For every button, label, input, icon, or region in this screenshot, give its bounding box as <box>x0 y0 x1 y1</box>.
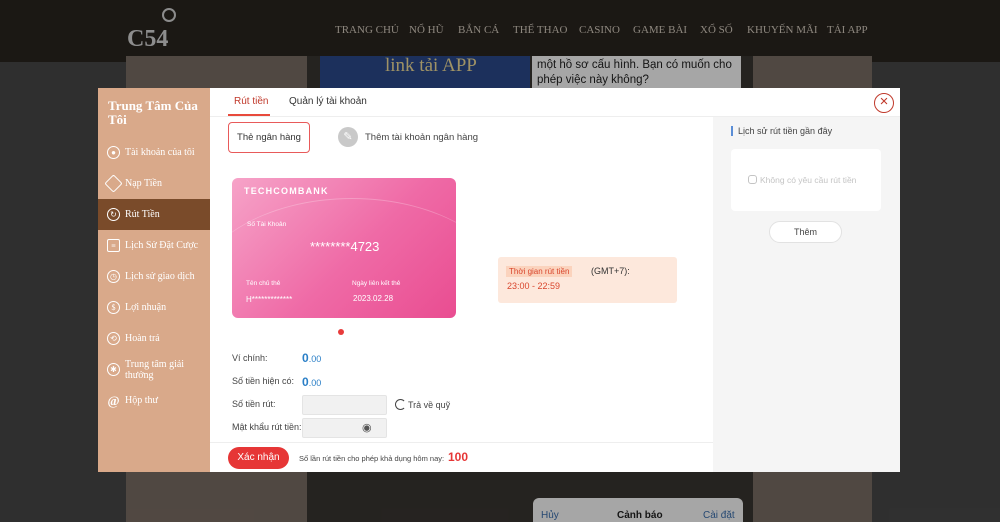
tab-withdraw[interactable]: Rút tiền <box>234 96 268 107</box>
confirm-button[interactable]: Xác nhận <box>228 447 289 469</box>
sidebar-item-label: Trung tâm giải thưởng <box>125 358 185 381</box>
tab-account-management[interactable]: Quản lý tài khoản <box>289 96 367 107</box>
at-icon: @ <box>107 393 120 408</box>
user-icon: ● <box>107 146 120 159</box>
sidebar-item-bet-history[interactable]: ≡ Lịch Sử Đặt Cược <box>98 230 210 261</box>
card-account-label: Số Tài Khoản <box>247 221 287 228</box>
sidebar-item-refund[interactable]: ⟲ Hoàn trả <box>98 323 210 354</box>
sidebar-item-label: Hộp thư <box>125 395 158 406</box>
return-to-fund-label: Trả về quỹ <box>408 400 451 410</box>
sidebar-item-label: Nạp Tiền <box>125 178 162 189</box>
bank-card-tab[interactable]: Thẻ ngân hàng <box>228 122 310 153</box>
empty-state: Không có yêu cầu rút tiền <box>748 175 856 185</box>
card-bank-name: TECHCOMBANK <box>244 186 329 196</box>
withdraw-password-label: Mật khẩu rút tiền: <box>232 422 302 432</box>
tab-bar: Rút tiền Quản lý tài khoản <box>210 88 900 117</box>
sidebar-item-withdraw[interactable]: ↻ Rút Tiền <box>98 199 210 230</box>
sidebar-item-label: Lịch sử giao dịch <box>125 271 195 282</box>
card-link-date: 2023.02.28 <box>353 294 394 303</box>
recent-withdrawals-empty: Không có yêu cầu rút tiền <box>731 149 881 211</box>
account-center-modal: Trung Tâm Của Tôi ● Tài khoản của tôi Nạ… <box>98 88 900 472</box>
sidebar-item-profit[interactable]: $ Lợi nhuận <box>98 292 210 323</box>
main-wallet-label: Ví chính: <box>232 353 268 363</box>
card-account-number: ********4723 <box>310 239 380 254</box>
pencil-icon: ✎ <box>338 127 358 147</box>
withdraw-time-box: Thời gian rút tiền (GMT+7): 23:00 - 22:5… <box>498 257 677 303</box>
sidebar-item-label: Lịch Sử Đặt Cược <box>125 240 199 251</box>
main-wallet-amount: 0.00 <box>302 351 322 365</box>
close-button[interactable]: × <box>874 93 894 113</box>
eye-slash-icon[interactable]: ◉ <box>362 421 372 434</box>
return-to-fund-button[interactable]: Trả về quỹ <box>395 399 450 410</box>
daily-withdraw-count: 100 <box>448 450 469 464</box>
active-tab-indicator <box>228 114 270 116</box>
sidebar: Trung Tâm Của Tôi ● Tài khoản của tôi Nạ… <box>98 88 210 472</box>
sidebar-item-deposit[interactable]: Nạp Tiền <box>98 168 210 199</box>
diamond-icon <box>104 174 123 193</box>
balance-label: Số tiền hiện có: <box>232 376 295 386</box>
add-bank-account-button[interactable]: ✎ Thêm tài khoản ngân hàng <box>338 127 478 147</box>
add-bank-account-label: Thêm tài khoản ngân hàng <box>365 131 479 143</box>
sidebar-item-label: Hoàn trả <box>125 333 160 344</box>
withdraw-amount-label: Số tiền rút: <box>232 399 276 409</box>
sidebar-item-transactions[interactable]: ◷ Lịch sử giao dịch <box>98 261 210 292</box>
withdraw-time-gmt: (GMT+7): <box>591 266 630 276</box>
card-holder-name: H************* <box>246 295 293 304</box>
more-button[interactable]: Thêm <box>769 221 842 243</box>
refresh-icon <box>395 399 406 410</box>
clock-icon: ◷ <box>107 270 120 283</box>
balance-amount: 0.00 <box>302 375 322 389</box>
carousel-dot[interactable] <box>338 329 344 335</box>
refund-icon: ⟲ <box>107 332 120 345</box>
sidebar-item-label: Lợi nhuận <box>125 302 167 313</box>
empty-box-icon <box>748 175 757 184</box>
withdraw-amount-input[interactable] <box>302 395 387 415</box>
profit-icon: $ <box>107 301 120 314</box>
sidebar-title: Trung Tâm Của Tôi <box>108 98 198 127</box>
sidebar-item-label: Tài khoản của tôi <box>125 147 195 158</box>
withdraw-password-input[interactable] <box>302 418 387 438</box>
sidebar-item-rewards[interactable]: ✱ Trung tâm giải thưởng <box>98 354 210 385</box>
document-icon: ≡ <box>107 239 120 252</box>
close-icon: × <box>879 93 889 110</box>
card-date-label: Ngày liên kết thẻ <box>352 280 401 287</box>
recent-withdrawals-title: Lịch sử rút tiền gần đây <box>731 126 832 136</box>
sidebar-item-my-account[interactable]: ● Tài khoản của tôi <box>98 137 210 168</box>
recent-withdrawals-panel: Lịch sử rút tiền gần đây Không có yêu cầ… <box>713 117 900 472</box>
withdraw-time-label: Thời gian rút tiền <box>506 266 573 277</box>
card-holder-label: Tên chủ thẻ <box>246 280 281 287</box>
reward-icon: ✱ <box>107 363 120 376</box>
sidebar-item-label: Rút Tiền <box>125 209 160 220</box>
withdraw-icon: ↻ <box>107 208 120 221</box>
withdraw-time-value: 23:00 - 22:59 <box>507 281 561 291</box>
daily-withdraw-count-label: Số lần rút tiền cho phép khả dụng hôm na… <box>299 454 445 463</box>
bank-card[interactable]: TECHCOMBANK Số Tài Khoản ********4723 Tê… <box>232 178 456 318</box>
sidebar-item-inbox[interactable]: @ Hộp thư <box>98 385 210 416</box>
